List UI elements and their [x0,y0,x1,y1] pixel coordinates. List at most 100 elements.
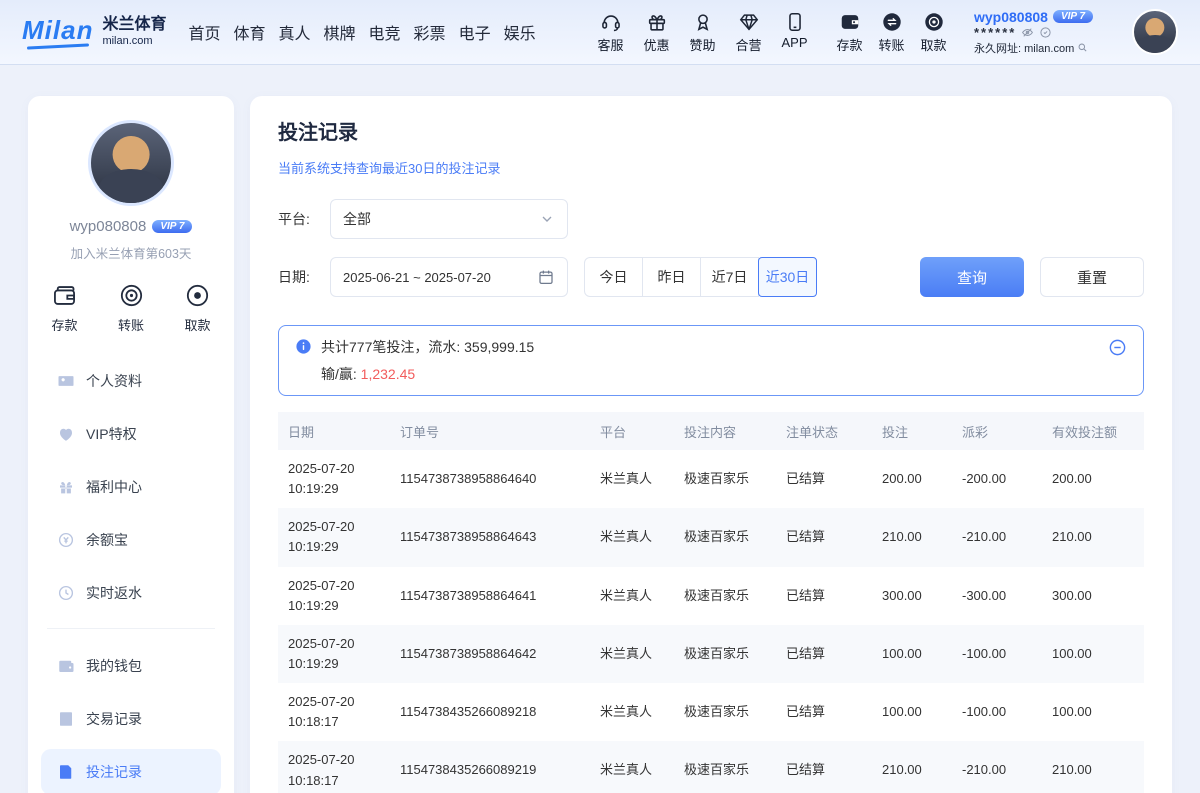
table-cell: 米兰真人 [590,683,674,741]
range-button-4[interactable]: 近30日 [758,257,817,297]
table-cell: 已结算 [776,741,872,793]
header-quick-item-1[interactable]: 客服 [592,11,629,54]
sidebar-item-9[interactable]: 投注记录 [41,749,221,793]
eye-off-icon[interactable] [1021,26,1034,39]
nav-item-7[interactable]: 电子 [459,20,491,44]
table-cell: 极速百家乐 [674,741,776,793]
table-cell: -100.00 [952,683,1042,741]
transactions-icon [57,710,75,728]
sidebar-item-label: 投注记录 [86,762,142,782]
welfare-icon [57,478,75,496]
table-cell: 2025-07-20 10:19:29 [278,567,390,625]
bet-table: 日期订单号平台投注内容注单状态投注派彩有效投注额 2025-07-20 10:1… [278,412,1144,793]
info-icon [295,338,312,355]
table-cell: -300.00 [952,567,1042,625]
table-body: 2025-07-20 10:19:291154738738958864640米兰… [278,450,1144,793]
header-wallet-item-3[interactable]: 取款 [915,11,952,54]
summary-line1: 共计777笔投注，流水: 359,999.15 [321,337,534,357]
header-quick-item-4[interactable]: 合营 [730,11,767,54]
table-cell: -210.00 [952,508,1042,566]
table-row: 2025-07-20 10:19:291154738738958864642米兰… [278,625,1144,683]
collapse-icon[interactable] [1108,338,1127,357]
header-username[interactable]: wyp080808 [974,9,1048,25]
nav-item-4[interactable]: 棋牌 [324,20,356,44]
nav-item-1[interactable]: 首页 [188,20,220,44]
magnifier-icon[interactable] [1077,42,1088,53]
sidebar-item-label: 我的钱包 [86,656,142,676]
table-cell: 1154738738958864641 [390,567,590,625]
header-wallet-item-1-label: 存款 [836,35,862,54]
date-range-input[interactable]: 2025-06-21 ~ 2025-07-20 [330,257,568,297]
summary-text: 共计777笔投注，流水: 359,999.15 输/赢: 1,232.45 [321,337,534,384]
header-wallet-item-2[interactable]: 转账 [873,11,910,54]
table-head-row: 日期订单号平台投注内容注单状态投注派彩有效投注额 [278,412,1144,450]
platform-select[interactable]: 全部 [330,199,568,239]
nav-item-8[interactable]: 娱乐 [504,20,536,44]
sidebar-item-3[interactable]: 福利中心 [41,464,221,510]
header-wallet-item-2-label: 转账 [878,35,904,54]
sidebar-item-5[interactable]: 实时返水 [41,570,221,616]
coin-icon [57,531,75,549]
table-cell: 210.00 [872,741,952,793]
menu-divider [47,628,215,629]
nav-item-3[interactable]: 真人 [279,20,311,44]
site-logo[interactable]: Milan 米兰体育 milan.com [22,16,166,47]
table-cell: 已结算 [776,567,872,625]
joined-days: 加入米兰体育第603天 [41,243,221,262]
range-button-2[interactable]: 昨日 [642,257,701,297]
range-button-1[interactable]: 今日 [584,257,643,297]
sidebar-username: wyp080808 [70,218,147,235]
winloss-line: 输/赢: 1,232.45 [321,364,534,384]
table-cell: 2025-07-20 10:19:29 [278,508,390,566]
sidebar-action-3[interactable]: 取款 [184,282,211,334]
header-quick-item-2[interactable]: 优惠 [638,11,675,54]
vip-icon [57,425,75,443]
date-filter-row: 日期: 2025-06-21 ~ 2025-07-20 今日昨日近7日近30日 … [278,257,1144,297]
table-row: 2025-07-20 10:18:171154738435266089219米兰… [278,741,1144,793]
nav-item-6[interactable]: 彩票 [414,20,446,44]
header-avatar[interactable] [1132,9,1178,55]
nav-item-5[interactable]: 电竞 [369,20,401,44]
platform-label: 平台: [278,209,330,229]
header-quick-item-3-label: 赞助 [689,35,715,54]
table-cell: -210.00 [952,741,1042,793]
sidebar-item-1[interactable]: 个人资料 [41,358,221,404]
table-cell: 1154738435266089218 [390,683,590,741]
sidebar-action-1[interactable]: 存款 [51,282,78,334]
nav-item-2[interactable]: 体育 [233,20,265,44]
table-row: 2025-07-20 10:19:291154738738958864641米兰… [278,567,1144,625]
logo-text-stack: 米兰体育 milan.com [102,16,166,47]
quick-ranges: 今日昨日近7日近30日 [584,257,817,297]
sidebar-item-4[interactable]: 余额宝 [41,517,221,563]
header-quick-item-5[interactable]: APP [776,11,813,54]
withdraw-outline-icon [184,282,211,309]
sidebar-item-7[interactable]: 我的钱包 [41,643,221,689]
header-quick-item-3[interactable]: 赞助 [684,11,721,54]
header-wallet-item-1[interactable]: 存款 [831,11,868,54]
masked-balance: ****** [974,26,1016,39]
reset-button[interactable]: 重置 [1040,257,1144,297]
table-cell: 米兰真人 [590,508,674,566]
sidebar-avatar[interactable] [88,120,174,206]
sidebar-wallet-actions: 存款转账取款 [41,282,221,334]
table-cell: 已结算 [776,450,872,508]
deposit-dark-icon [839,11,861,33]
sidebar-item-2[interactable]: VIP特权 [41,411,221,457]
col-header-5: 注单状态 [776,412,872,450]
sidebar-item-8[interactable]: 交易记录 [41,696,221,742]
table-cell: 300.00 [872,567,952,625]
winloss-label: 输/赢: [321,366,361,382]
table-cell: 2025-07-20 10:19:29 [278,450,390,508]
medal-icon [692,11,714,33]
search-button[interactable]: 查询 [920,257,1024,297]
range-button-3[interactable]: 近7日 [700,257,759,297]
table-cell: 已结算 [776,625,872,683]
transfer-dark-icon [881,11,903,33]
wallet-icon [57,657,75,675]
logo-script: Milan [22,17,93,43]
sidebar-action-2[interactable]: 转账 [118,282,145,334]
refresh-balance-icon[interactable] [1039,26,1052,39]
table-cell: 2025-07-20 10:18:17 [278,683,390,741]
table-cell: 极速百家乐 [674,625,776,683]
page-subtitle: 当前系统支持查询最近30日的投注记录 [278,158,1144,177]
